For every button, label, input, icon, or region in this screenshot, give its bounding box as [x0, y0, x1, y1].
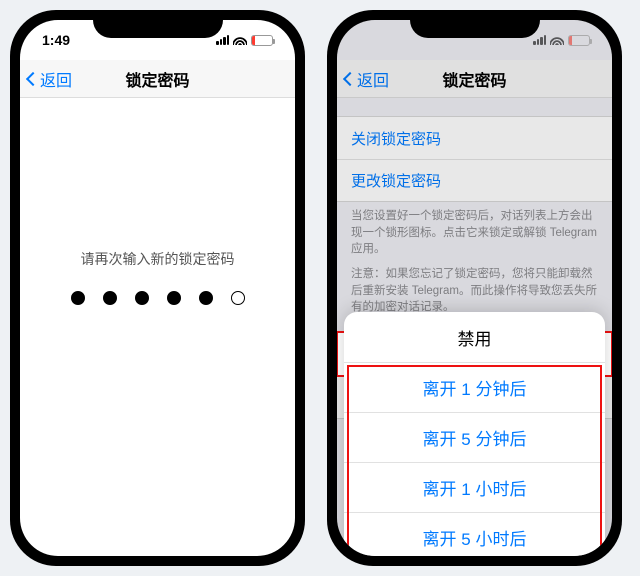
pin-dot	[71, 291, 85, 305]
status-time: 1:49	[42, 32, 70, 48]
back-label: 返回	[357, 67, 389, 91]
screen-right: 返回 锁定密码 关闭锁定密码 更改锁定密码 当您设置好一个锁定密码后，对话列表上…	[337, 20, 612, 556]
sheet-option[interactable]: 离开 1 分钟后	[344, 362, 605, 412]
status-right	[216, 35, 273, 46]
wifi-icon	[550, 35, 564, 45]
nav-bar: 返回 锁定密码	[337, 60, 612, 98]
sheet-option[interactable]: 离开 1 小时后	[344, 462, 605, 512]
sheet-header[interactable]: 禁用	[344, 312, 605, 362]
pin-dot	[231, 291, 245, 305]
sheet-options-highlight: 离开 1 分钟后 离开 5 分钟后 离开 1 小时后 离开 5 小时后	[344, 362, 605, 556]
back-label: 返回	[40, 67, 72, 91]
phone-frame-left: 1:49 返回 锁定密码 请再次输入新的锁定密码	[10, 10, 305, 566]
battery-icon	[251, 35, 273, 46]
pin-dot	[103, 291, 117, 305]
row-label: 更改锁定密码	[351, 170, 441, 191]
footnote: 当您设置好一个锁定密码后，对话列表上方会出现一个锁形图标。点击它来锁定或解锁 T…	[337, 202, 612, 264]
notch	[93, 10, 223, 38]
sheet-option[interactable]: 离开 5 分钟后	[344, 412, 605, 462]
pin-dot	[135, 291, 149, 305]
turn-off-passcode-row[interactable]: 关闭锁定密码	[337, 117, 612, 159]
action-sheet: 禁用 离开 1 分钟后 离开 5 分钟后 离开 1 小时后 离开 5 小时后	[344, 312, 605, 556]
notch	[410, 10, 540, 38]
signal-icon	[533, 35, 546, 45]
chevron-left-icon	[343, 71, 357, 85]
row-label: 关闭锁定密码	[351, 128, 441, 149]
pin-dot	[199, 291, 213, 305]
pin-dot	[167, 291, 181, 305]
back-button[interactable]: 返回	[345, 67, 389, 91]
pin-entry-area: 请再次输入新的锁定密码	[20, 249, 295, 305]
screen-left: 1:49 返回 锁定密码 请再次输入新的锁定密码	[20, 20, 295, 556]
pin-dots	[20, 291, 295, 305]
battery-icon	[568, 35, 590, 46]
signal-icon	[216, 35, 229, 45]
change-passcode-row[interactable]: 更改锁定密码	[337, 159, 612, 201]
wifi-icon	[233, 35, 247, 45]
back-button[interactable]: 返回	[28, 67, 72, 91]
pin-prompt: 请再次输入新的锁定密码	[20, 249, 295, 269]
status-right	[533, 35, 590, 46]
sheet-option[interactable]: 离开 5 小时后	[344, 512, 605, 556]
settings-group: 关闭锁定密码 更改锁定密码	[337, 116, 612, 202]
phone-frame-right: 返回 锁定密码 关闭锁定密码 更改锁定密码 当您设置好一个锁定密码后，对话列表上…	[327, 10, 622, 566]
chevron-left-icon	[26, 71, 40, 85]
nav-bar: 返回 锁定密码	[20, 60, 295, 98]
